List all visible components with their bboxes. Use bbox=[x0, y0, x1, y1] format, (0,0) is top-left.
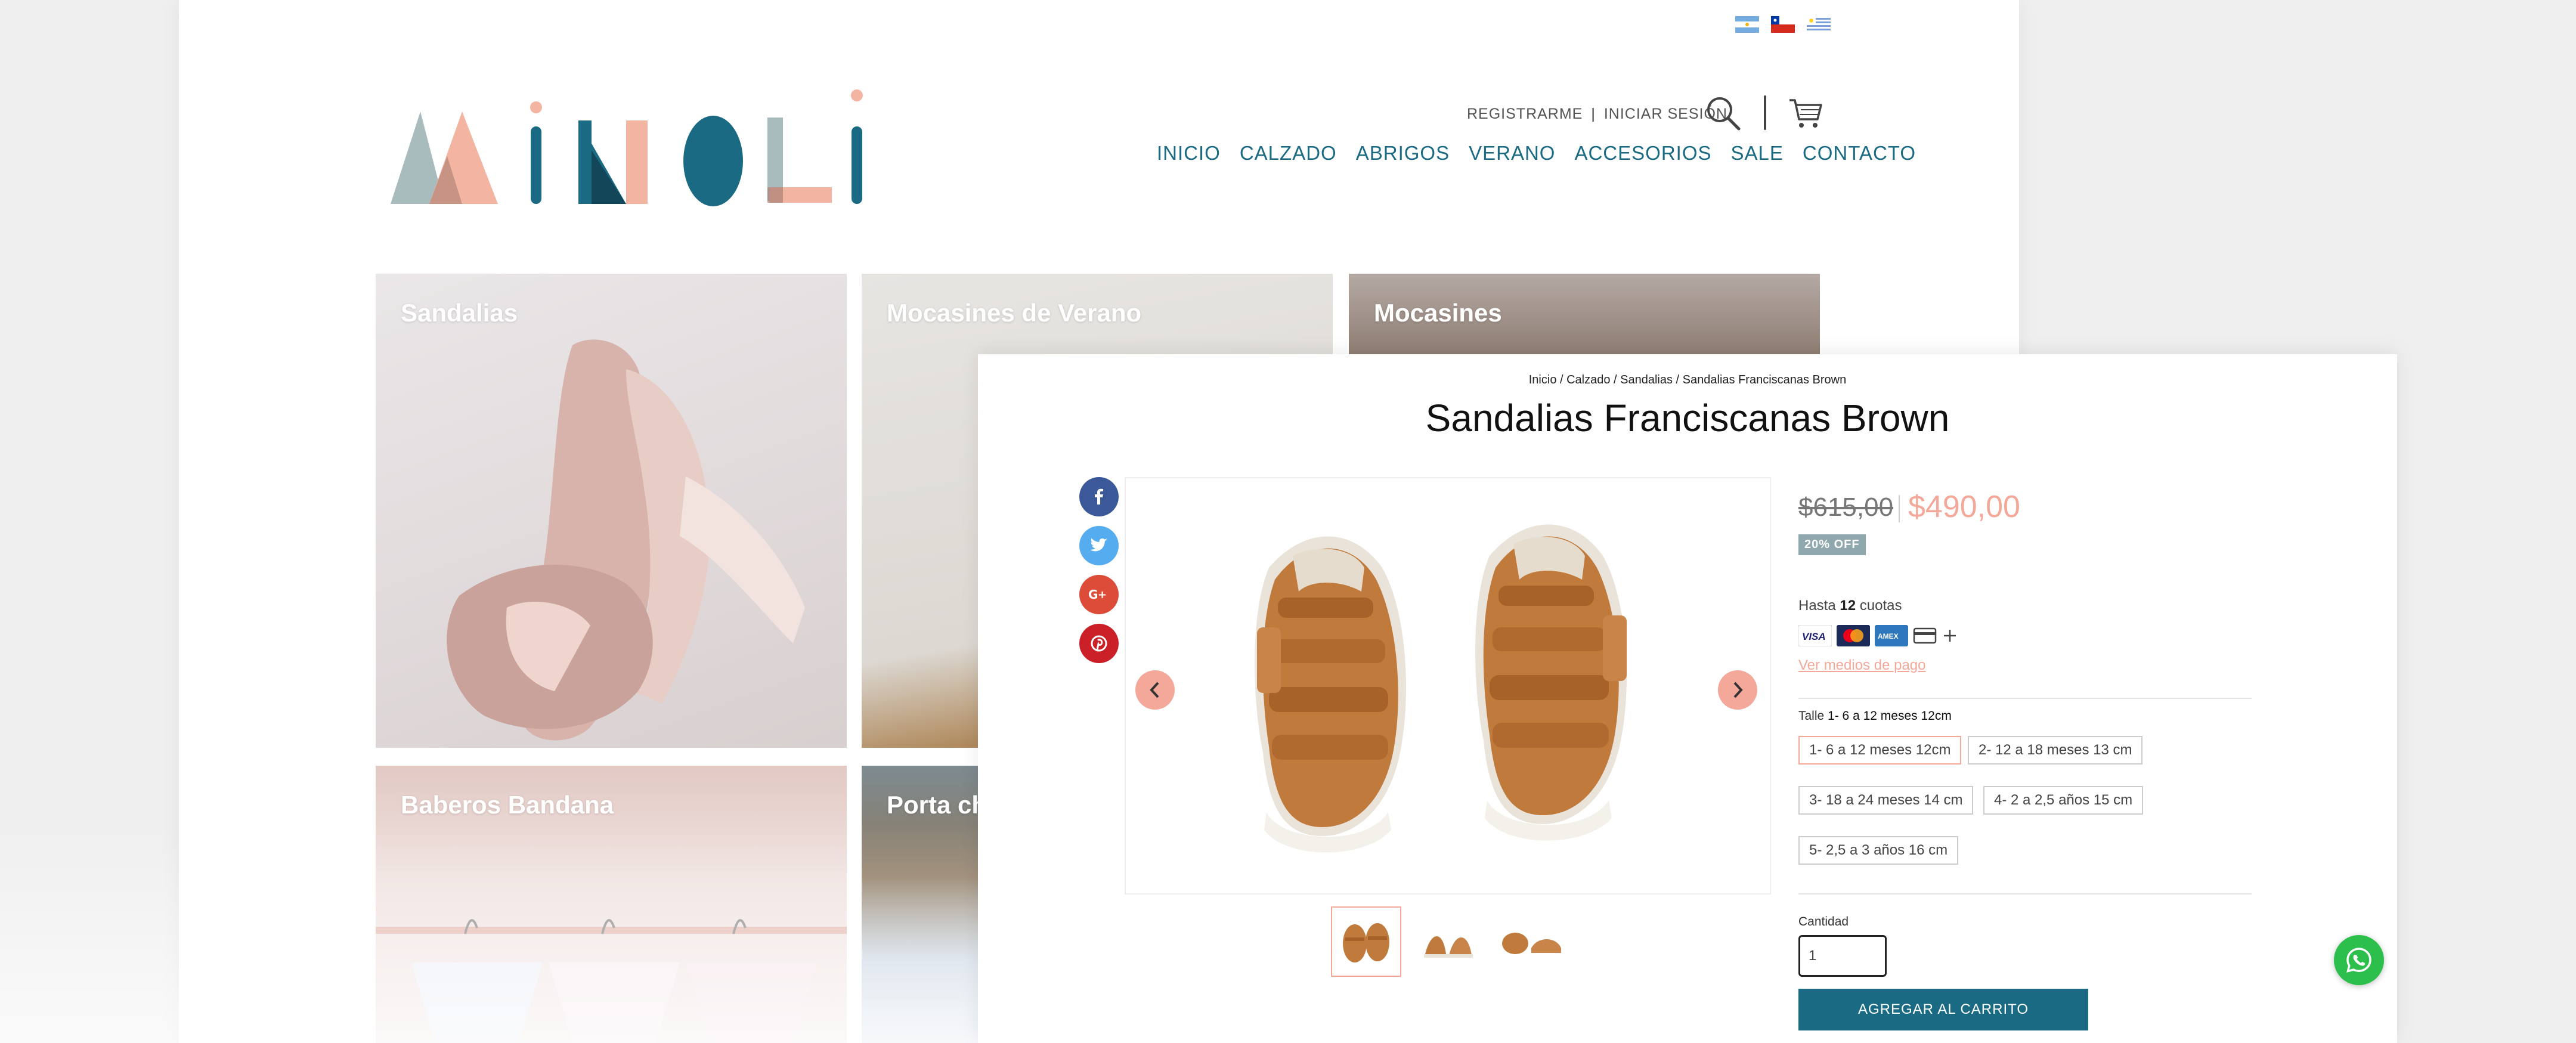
mastercard-icon bbox=[1837, 625, 1870, 646]
nav-contacto[interactable]: CONTACTO bbox=[1803, 142, 1916, 165]
category-title: Sandalias bbox=[401, 299, 518, 327]
google-plus-share-button[interactable]: G + bbox=[1079, 575, 1119, 614]
size-option[interactable]: 4- 2 a 2,5 años 15 cm bbox=[1983, 786, 2144, 815]
nav-inicio[interactable]: INICIO bbox=[1157, 142, 1221, 165]
pinterest-share-button[interactable] bbox=[1079, 624, 1119, 663]
credit-card-icon bbox=[1913, 627, 1937, 644]
category-title: Porta ch bbox=[887, 791, 981, 819]
divider bbox=[1798, 698, 2252, 699]
whatsapp-icon bbox=[2346, 948, 2371, 973]
category-tile-porta-chupetes[interactable]: Porta ch bbox=[862, 766, 981, 1043]
category-tile-baberos-bandana[interactable]: Baberos Bandana bbox=[376, 766, 847, 1043]
installments-prefix: Hasta bbox=[1798, 598, 1836, 614]
divider bbox=[1798, 893, 2252, 895]
product-thumbnail[interactable] bbox=[1413, 906, 1484, 977]
product-main-image bbox=[1255, 524, 1627, 853]
register-link[interactable]: REGISTRARME bbox=[1467, 106, 1583, 123]
size-option[interactable]: 1- 6 a 12 meses 12cm bbox=[1798, 736, 1962, 765]
visa-logo-text: VISA bbox=[1802, 631, 1826, 642]
product-thumbnail[interactable] bbox=[1494, 906, 1565, 977]
category-image bbox=[447, 339, 805, 741]
uruguay-flag-icon[interactable] bbox=[1807, 16, 1831, 33]
thumbnail-image bbox=[1343, 923, 1389, 962]
pinterest-icon bbox=[1091, 635, 1107, 652]
price-separator bbox=[1899, 495, 1900, 522]
whatsapp-button[interactable] bbox=[2334, 935, 2384, 985]
cart-icon[interactable] bbox=[1788, 95, 1823, 131]
nav-calzado[interactable]: CALZADO bbox=[1240, 142, 1337, 165]
quantity-label: Cantidad bbox=[1798, 915, 1849, 929]
payment-methods: VISA AMEX bbox=[1798, 625, 1958, 646]
svg-text:G: G bbox=[1088, 587, 1098, 602]
installments-count: 12 bbox=[1840, 598, 1856, 614]
chile-flag-icon[interactable] bbox=[1771, 16, 1795, 33]
chevron-left-icon bbox=[1150, 682, 1159, 698]
old-price: $615,00 bbox=[1798, 493, 1894, 522]
add-to-cart-button[interactable]: AGREGAR AL CARRITO bbox=[1798, 989, 2088, 1030]
twitter-share-button[interactable] bbox=[1079, 526, 1119, 565]
google-plus-icon: G + bbox=[1088, 587, 1107, 602]
account-links: REGISTRARME | INICIAR SESIÓN bbox=[1467, 106, 1727, 123]
selected-size: 1- 6 a 12 meses 12cm bbox=[1828, 709, 1952, 723]
category-tile-mocasines[interactable]: Mocasines bbox=[1349, 274, 1820, 357]
nav-sale[interactable]: SALE bbox=[1731, 142, 1784, 165]
size-option[interactable]: 5- 2,5 a 3 años 16 cm bbox=[1798, 836, 1959, 865]
product-thumbnail[interactable] bbox=[1331, 906, 1401, 977]
current-price: $490,00 bbox=[1908, 490, 2020, 524]
gallery-prev-button[interactable] bbox=[1135, 670, 1175, 710]
size-option[interactable]: 2- 12 a 18 meses 13 cm bbox=[1968, 736, 2143, 765]
size-option[interactable]: 3- 18 a 24 meses 14 cm bbox=[1798, 786, 1974, 815]
nav-verano[interactable]: VERANO bbox=[1469, 142, 1555, 165]
category-title: Baberos Bandana bbox=[401, 791, 614, 819]
nav-abrigos[interactable]: ABRIGOS bbox=[1356, 142, 1450, 165]
installments-suffix: cuotas bbox=[1859, 598, 1902, 614]
discount-badge: 20% OFF bbox=[1798, 534, 1866, 555]
product-image-gallery[interactable] bbox=[1125, 477, 1771, 895]
thumbnail-image bbox=[1424, 936, 1473, 958]
amex-logo-text: AMEX bbox=[1878, 632, 1899, 640]
header-divider bbox=[1764, 95, 1766, 130]
nav-accesorios[interactable]: ACCESORIOS bbox=[1574, 142, 1711, 165]
facebook-share-button[interactable] bbox=[1079, 477, 1119, 516]
main-navigation: INICIO CALZADO ABRIGOS VERANO ACCESORIOS… bbox=[1157, 142, 1916, 165]
breadcrumb[interactable]: Inicio / Calzado / Sandalias / Sandalias… bbox=[978, 373, 2397, 387]
search-icon[interactable] bbox=[1705, 95, 1741, 131]
category-title: Mocasines de Verano bbox=[887, 299, 1142, 327]
payment-methods-link[interactable]: Ver medios de pago bbox=[1798, 657, 1925, 674]
thumbnail-image bbox=[1502, 933, 1561, 954]
category-title: Mocasines bbox=[1374, 299, 1502, 327]
size-label: Talle 1- 6 a 12 meses 12cm bbox=[1798, 709, 1952, 723]
chevron-right-icon bbox=[1733, 682, 1743, 698]
visa-icon: VISA bbox=[1798, 625, 1832, 646]
svg-text:+: + bbox=[1098, 589, 1107, 601]
amex-icon: AMEX bbox=[1875, 625, 1908, 646]
plus-icon[interactable] bbox=[1942, 627, 1958, 644]
quantity-input[interactable]: 1 bbox=[1798, 935, 1887, 977]
argentina-flag-icon[interactable] bbox=[1735, 16, 1759, 33]
facebook-icon bbox=[1095, 488, 1103, 505]
product-title: Sandalias Franciscanas Brown bbox=[1425, 397, 1950, 440]
installments-text: Hasta 12 cuotas bbox=[1798, 598, 1902, 614]
account-separator: | bbox=[1591, 106, 1596, 122]
twitter-icon bbox=[1090, 538, 1107, 552]
country-selector bbox=[1735, 16, 1831, 33]
minoli-logo[interactable] bbox=[388, 85, 883, 216]
size-label-text: Talle bbox=[1798, 709, 1825, 723]
product-quick-view: Inicio / Calzado / Sandalias / Sandalias… bbox=[978, 354, 2397, 1043]
category-tile-sandalias[interactable]: Sandalias bbox=[376, 274, 847, 748]
gallery-next-button[interactable] bbox=[1718, 670, 1757, 710]
